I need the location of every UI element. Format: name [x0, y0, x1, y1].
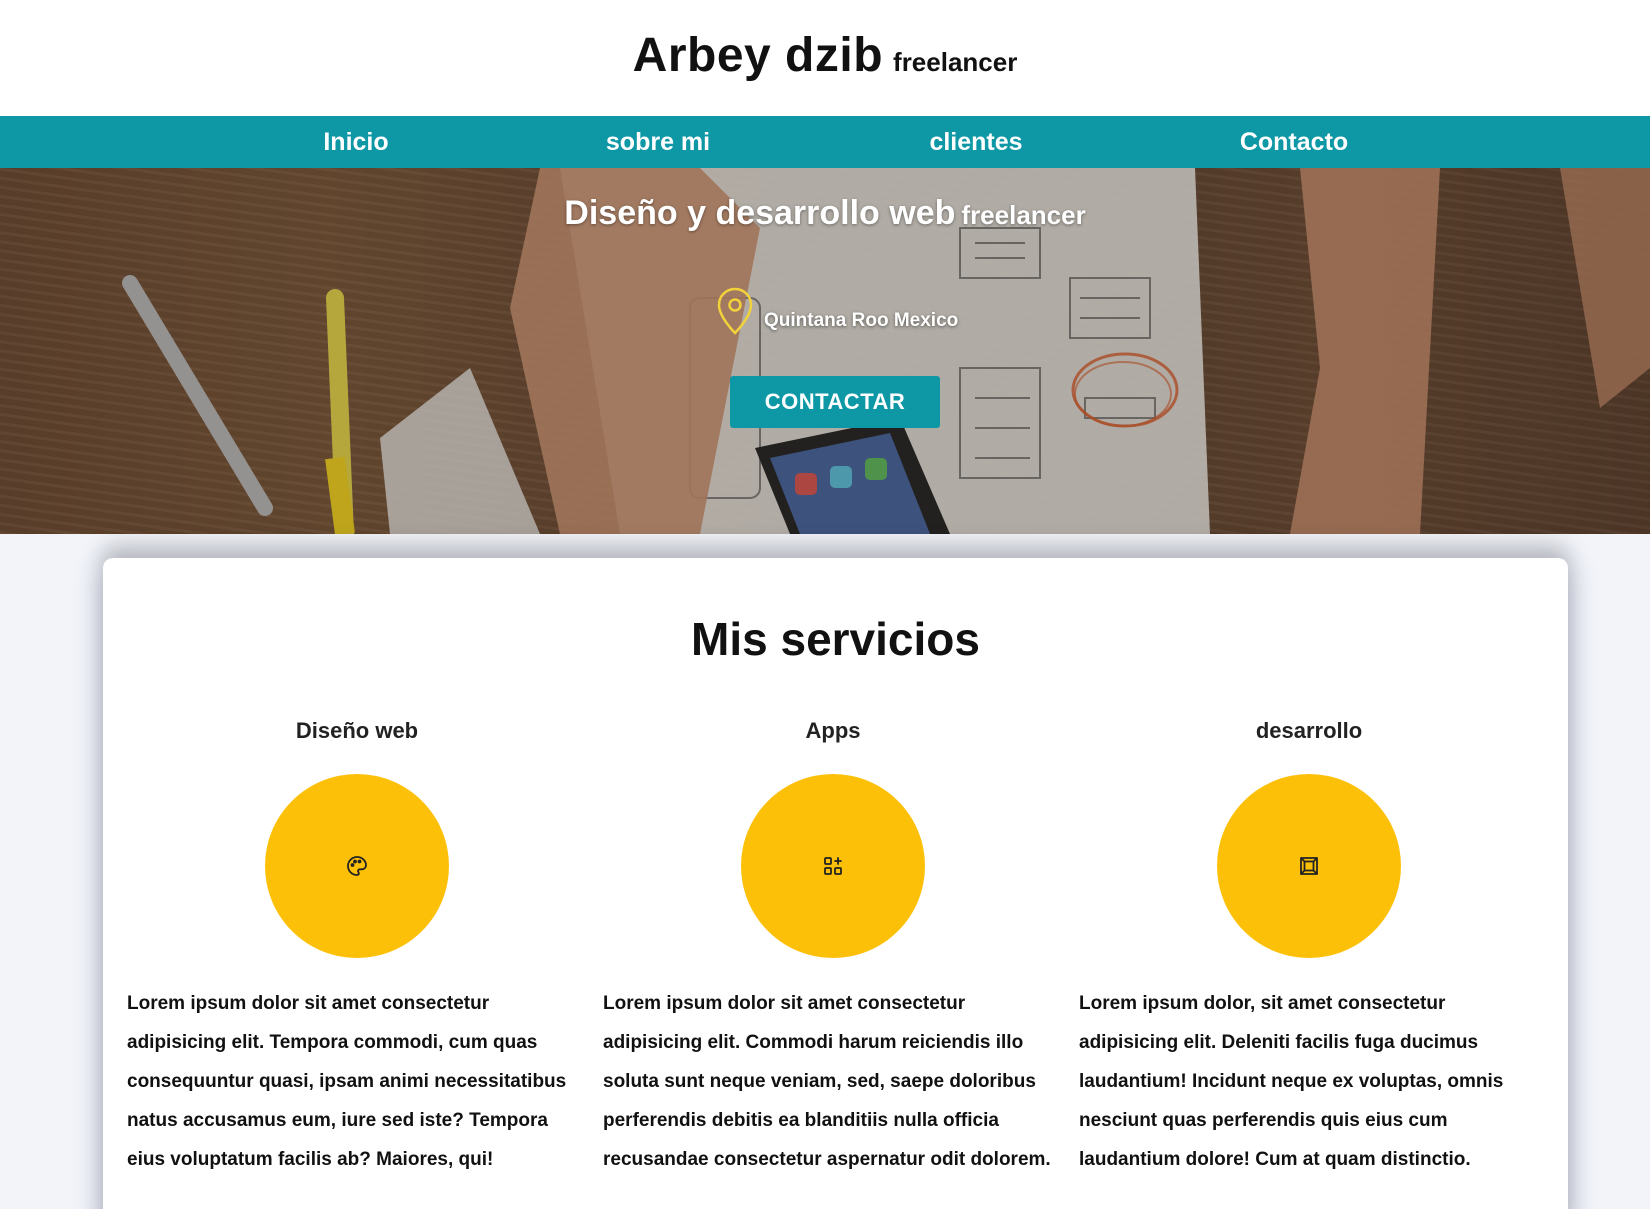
contact-button[interactable]: CONTACTAR — [730, 376, 940, 428]
site-header: Arbey dzib freelancer — [0, 0, 1650, 116]
service-title: Apps — [805, 718, 861, 743]
apps-grid-icon — [824, 857, 842, 875]
services-card: Mis servicios Diseño web Lorem ipsum dol… — [103, 558, 1568, 1209]
map-pin-icon — [717, 287, 753, 335]
service-title: Diseño web — [295, 718, 419, 743]
hero-title: Diseño y desarrollo web freelancer — [0, 194, 1650, 233]
service-title: desarrollo — [1255, 718, 1363, 743]
main-nav: Inicio sobre mi clientes Contacto — [0, 116, 1650, 168]
hero: Diseño y desarrollo web freelancer Quinta… — [0, 168, 1650, 534]
service-description: Lorem ipsum dolor, sit amet consectetur … — [1079, 993, 1504, 1170]
service-item: desarrollo Lorem ipsum dolor, sit amet c… — [1079, 718, 1539, 1179]
service-icon-circle — [1217, 774, 1401, 958]
location: Quintana Roo Mexico — [716, 286, 958, 336]
service-icon-circle — [741, 774, 925, 958]
nav-item-clientes[interactable]: clientes — [929, 128, 1022, 157]
nav-item-sobre-mi[interactable]: sobre mi — [606, 128, 710, 157]
frame-icon — [1300, 857, 1318, 875]
nav-item-contacto[interactable]: Contacto — [1240, 128, 1348, 157]
service-description: Lorem ipsum dolor sit amet consectetur a… — [603, 993, 1051, 1170]
brand-subtitle: freelancer — [893, 47, 1018, 77]
palette-icon — [347, 856, 367, 876]
brand: Arbey dzib freelancer — [0, 28, 1650, 83]
hero-title-suffix: freelancer — [961, 200, 1086, 230]
brand-name: Arbey dzib — [632, 29, 884, 82]
service-icon-circle — [265, 774, 449, 958]
hero-title-main: Diseño y desarrollo web — [564, 194, 956, 232]
location-text: Quintana Roo Mexico — [764, 310, 959, 331]
nav-item-inicio[interactable]: Inicio — [323, 128, 388, 157]
service-item: Diseño web Lorem ipsum dolor sit amet co… — [127, 718, 587, 1179]
service-description: Lorem ipsum dolor sit amet consectetur a… — [127, 993, 567, 1170]
services-title: Mis servicios — [691, 613, 980, 665]
service-item: Apps Lorem ipsum dolor sit amet consecte… — [603, 718, 1063, 1179]
